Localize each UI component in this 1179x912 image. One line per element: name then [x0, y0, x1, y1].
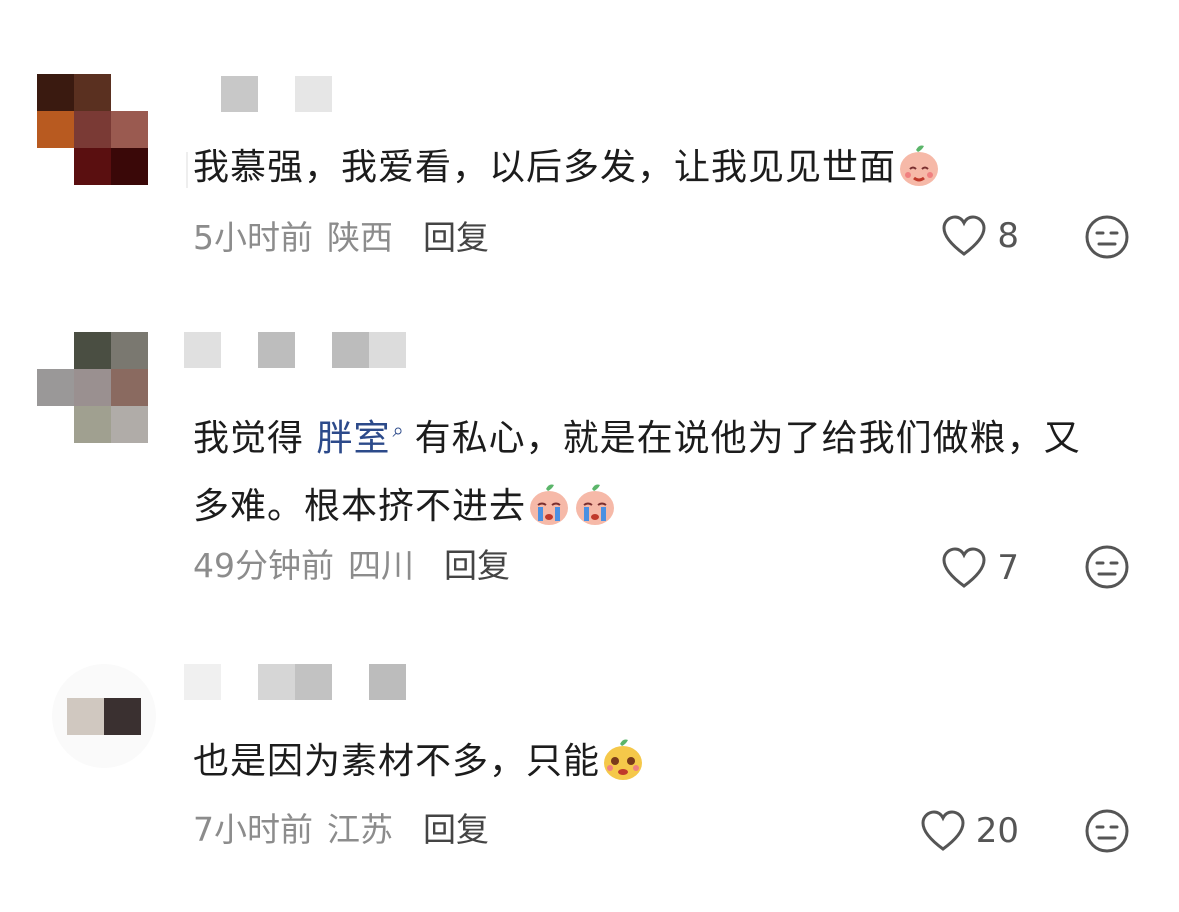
- name-pixel: [184, 332, 221, 368]
- avatar-pixel: [37, 369, 74, 406]
- name-pixel: [369, 332, 406, 368]
- heart-outline-icon: [942, 547, 986, 588]
- comment-meta: 49分钟前 四川 回复: [193, 546, 510, 586]
- emoji-shy-peach-icon: [900, 145, 939, 186]
- reply-button[interactable]: 回复: [444, 546, 510, 585]
- avatar-pixel: [111, 74, 148, 111]
- comment-text: 也是因为素材不多，只能: [193, 728, 1093, 796]
- like-button[interactable]: 7: [941, 547, 1019, 589]
- avatar-pixel: [74, 369, 111, 406]
- avatar-pixel: [37, 148, 74, 185]
- comment-time: 7小时前: [193, 810, 313, 849]
- comment-text: 我慕强，我爱看，以后多发，让我见见世面: [193, 134, 1093, 202]
- name-pixel: [369, 664, 406, 700]
- avatar-pixel: [111, 369, 148, 406]
- like-count: 7: [997, 548, 1019, 588]
- username-obscured[interactable]: [184, 332, 406, 368]
- name-pixel: [295, 332, 332, 368]
- avatar-pixel: [37, 332, 74, 369]
- comment-text: 我觉得 胖室 ⌕ 有私心，就是在说他为了给我们做粮，又多难。根本挤不进去: [193, 396, 1093, 541]
- comment-time: 5小时前: [193, 218, 313, 257]
- name-pixel: [332, 332, 369, 368]
- avatar-pixel: [111, 148, 148, 185]
- comment-item: 我慕强，我爱看，以后多发，让我见见世面 5小时前 陕西 回复 8: [0, 74, 1179, 274]
- heart-outline-icon: [921, 810, 965, 851]
- emoji-crying-peach-icon: [530, 484, 569, 525]
- like-count: 20: [975, 811, 1019, 851]
- meh-face-icon[interactable]: [1084, 808, 1130, 854]
- avatar-pixel: [111, 111, 148, 148]
- comment-region: 四川: [348, 546, 414, 585]
- comment-meta: 7小时前 江苏 回复: [193, 810, 489, 850]
- emoji-yellow-face-icon: [604, 739, 643, 780]
- name-pixel: [332, 664, 369, 700]
- avatar-pixel: [74, 406, 111, 443]
- comment-time: 49分钟前: [193, 546, 334, 585]
- mention-link[interactable]: 胖室: [316, 418, 390, 459]
- avatar-pixel: [74, 74, 111, 111]
- meh-face-icon[interactable]: [1084, 544, 1130, 590]
- comment-region: 陕西: [327, 218, 393, 257]
- avatar-pixel: [37, 406, 74, 443]
- divider: [186, 152, 188, 188]
- avatar-pixel: [111, 406, 148, 443]
- meh-face-icon[interactable]: [1084, 214, 1130, 260]
- avatar-pixel: [104, 697, 141, 735]
- avatar-pixel: [74, 332, 111, 369]
- name-pixel: [258, 76, 295, 112]
- name-pixel: [221, 664, 258, 700]
- username-obscured[interactable]: [184, 76, 332, 112]
- avatar-pixel: [37, 111, 74, 148]
- avatar[interactable]: [37, 74, 148, 185]
- name-pixel: [295, 664, 332, 700]
- avatar[interactable]: [37, 332, 148, 443]
- reply-button[interactable]: 回复: [423, 810, 489, 849]
- avatar-pixel: [74, 111, 111, 148]
- reply-button[interactable]: 回复: [423, 218, 489, 257]
- name-pixel: [184, 664, 221, 700]
- search-icon: ⌕: [392, 418, 405, 442]
- like-count: 8: [997, 216, 1019, 256]
- heart-outline-icon: [942, 215, 986, 256]
- avatar-pixel: [67, 697, 104, 735]
- emoji-crying-peach-icon: [576, 484, 615, 525]
- comment-item: 也是因为素材不多，只能 7小时前 江苏 回复 20: [0, 664, 1179, 864]
- comment-item: 我觉得 胖室 ⌕ 有私心，就是在说他为了给我们做粮，又多难。根本挤不进去 49分钟前…: [0, 332, 1179, 612]
- name-pixel: [258, 332, 295, 368]
- name-pixel: [258, 664, 295, 700]
- avatar-pixel: [37, 74, 74, 111]
- name-pixel: [221, 332, 258, 368]
- name-pixel: [295, 76, 332, 112]
- like-button[interactable]: 8: [941, 215, 1019, 257]
- comment-region: 江苏: [327, 810, 393, 849]
- like-button[interactable]: 20: [920, 810, 1019, 852]
- username-obscured[interactable]: [184, 664, 406, 700]
- name-pixel: [184, 76, 221, 112]
- avatar-pixel: [74, 148, 111, 185]
- avatar-pixel: [111, 332, 148, 369]
- name-pixel: [221, 76, 258, 112]
- avatar[interactable]: [52, 664, 156, 768]
- comment-meta: 5小时前 陕西 回复: [193, 218, 489, 258]
